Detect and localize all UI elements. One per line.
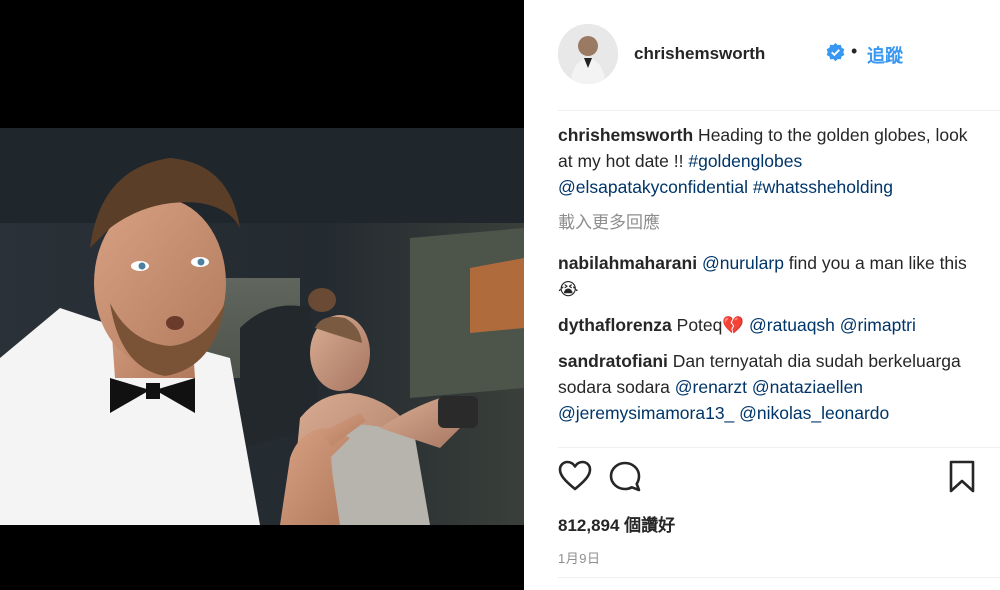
comment-username-link[interactable]: sandratofiani xyxy=(558,351,668,371)
mention-link[interactable]: @nataziaellen xyxy=(752,377,863,397)
hashtag-link[interactable]: #goldenglobes xyxy=(688,151,802,171)
comments-divider xyxy=(558,447,1000,448)
mention-link[interactable]: @nurularp xyxy=(702,253,784,273)
photo-illustration xyxy=(0,128,524,525)
caption: chrishemsworth Heading to the golden glo… xyxy=(558,122,978,200)
avatar[interactable] xyxy=(558,24,618,84)
mention-link[interactable]: @renarzt xyxy=(675,377,747,397)
comment-username-link[interactable]: nabilahmaharani xyxy=(558,253,697,273)
avatar-image xyxy=(558,24,618,84)
verified-badge-icon xyxy=(826,43,845,62)
header-divider xyxy=(558,110,1000,111)
load-more-comments-button[interactable]: 載入更多回應 xyxy=(558,210,978,236)
header-username-link[interactable]: chrishemsworth xyxy=(634,44,765,64)
post-header: chrishemsworth • 追蹤 xyxy=(558,24,1000,86)
comment: nabilahmaharani @nurularp find you a man… xyxy=(558,250,978,302)
action-bar xyxy=(558,460,976,500)
mention-link[interactable]: @rimaptri xyxy=(840,315,916,335)
speech-bubble-icon[interactable] xyxy=(608,460,642,494)
footer-divider xyxy=(558,577,1000,578)
post-sidebar: chrishemsworth • 追蹤 chrishemsworth Headi… xyxy=(524,0,1000,590)
comment-username-link[interactable]: dythaflorenza xyxy=(558,315,672,335)
heart-outline-icon[interactable] xyxy=(558,460,592,492)
hashtag-link[interactable]: #whatssheholding xyxy=(753,177,893,197)
comment: sandratofiani Dan ternyatah dia sudah be… xyxy=(558,348,978,426)
caption-username-link[interactable]: chrishemsworth xyxy=(558,125,693,145)
mention-link[interactable]: @nikolas_leonardo xyxy=(739,403,889,423)
follow-button[interactable]: 追蹤 xyxy=(867,42,903,68)
comment-text: Poteq💔 xyxy=(676,315,750,335)
bookmark-icon[interactable] xyxy=(948,460,976,494)
separator-dot: • xyxy=(851,41,858,61)
post-photo[interactable] xyxy=(0,128,524,525)
mention-link[interactable]: @jeremysimamora13_ xyxy=(558,403,734,423)
post-media-panel xyxy=(0,0,524,590)
mention-link[interactable]: @elsapatakyconfidential xyxy=(558,177,748,197)
comment: dythaflorenza Poteq💔 @ratuaqsh @rimaptri xyxy=(558,312,978,338)
mention-link[interactable]: @ratuaqsh xyxy=(749,315,835,335)
post-date[interactable]: 1月9日 xyxy=(558,548,600,567)
likes-count[interactable]: 812,894 個讚好 xyxy=(558,511,675,536)
comments-list[interactable]: chrishemsworth Heading to the golden glo… xyxy=(558,122,978,447)
